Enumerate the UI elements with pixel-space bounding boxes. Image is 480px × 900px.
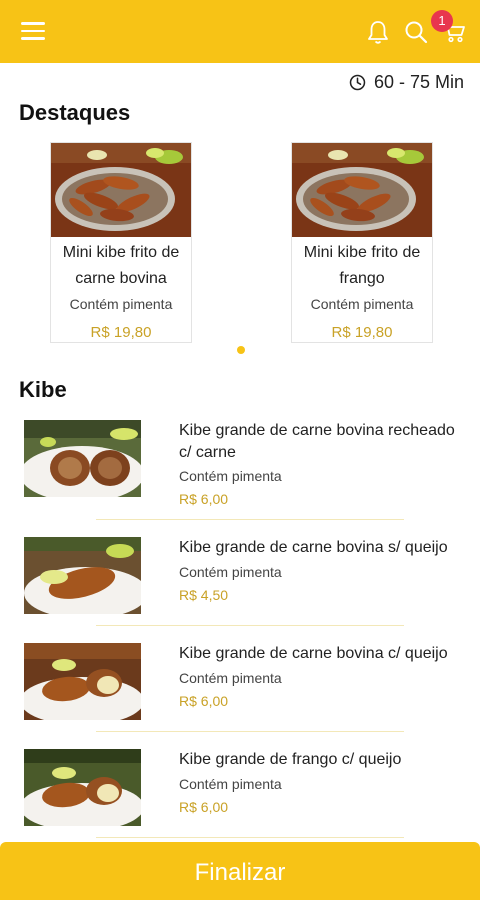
product-name: Kibe grande de carne bovina s/ queijo <box>179 539 448 556</box>
divider <box>96 731 404 732</box>
product-note: Contém pimenta <box>179 670 282 686</box>
product-name: Kibe grande de carne bovina recheado c/ … <box>179 422 455 461</box>
divider <box>96 837 404 838</box>
divider <box>96 625 404 626</box>
divider <box>96 519 404 520</box>
section-title-highlights: Destaques <box>19 100 131 125</box>
highlight-card[interactable]: Mini kibe frito de carne bovina Contém p… <box>50 142 192 343</box>
product-price: R$ 6,00 <box>179 799 229 815</box>
product-price: R$ 4,50 <box>179 587 229 603</box>
product-note: Contém pimenta <box>179 468 282 484</box>
search-icon[interactable] <box>404 20 428 44</box>
menu-icon[interactable] <box>21 22 45 42</box>
product-price: R$ 6,00 <box>179 693 229 709</box>
delivery-eta: 60 - 75 Min <box>349 72 464 93</box>
product-price: R$ 6,00 <box>179 491 229 507</box>
product-name: Kibe grande de frango c/ queijo <box>179 751 402 768</box>
product-name: Kibe grande de carne bovina c/ queijo <box>179 645 448 662</box>
product-note: Contém pimenta <box>179 776 282 792</box>
product-price: R$ 19,80 <box>90 324 152 341</box>
highlight-card[interactable]: Mini kibe frito de frango Contém pimenta… <box>291 142 433 343</box>
top-app-bar: 1 <box>0 0 480 63</box>
product-photo <box>24 420 141 497</box>
product-note: Contém pimenta <box>179 564 282 580</box>
bell-icon[interactable] <box>366 20 390 46</box>
eta-text: 60 - 75 Min <box>373 72 464 92</box>
product-photo <box>51 143 191 237</box>
product-photo <box>24 537 141 614</box>
section-title-kibe: Kibe <box>19 377 67 402</box>
cart-count-badge: 1 <box>431 10 453 32</box>
product-price: R$ 19,80 <box>331 324 393 341</box>
product-name: Mini kibe frito de frango <box>303 244 421 287</box>
product-note: Contém pimenta <box>69 296 173 312</box>
clock-icon <box>349 74 366 91</box>
product-photo <box>292 143 432 237</box>
finalize-button[interactable]: Finalizar <box>0 842 480 900</box>
product-note: Contém pimenta <box>310 296 414 312</box>
carousel-indicator[interactable] <box>237 346 245 354</box>
product-photo <box>24 643 141 720</box>
product-name: Mini kibe frito de carne bovina <box>62 244 180 287</box>
product-photo <box>24 749 141 826</box>
